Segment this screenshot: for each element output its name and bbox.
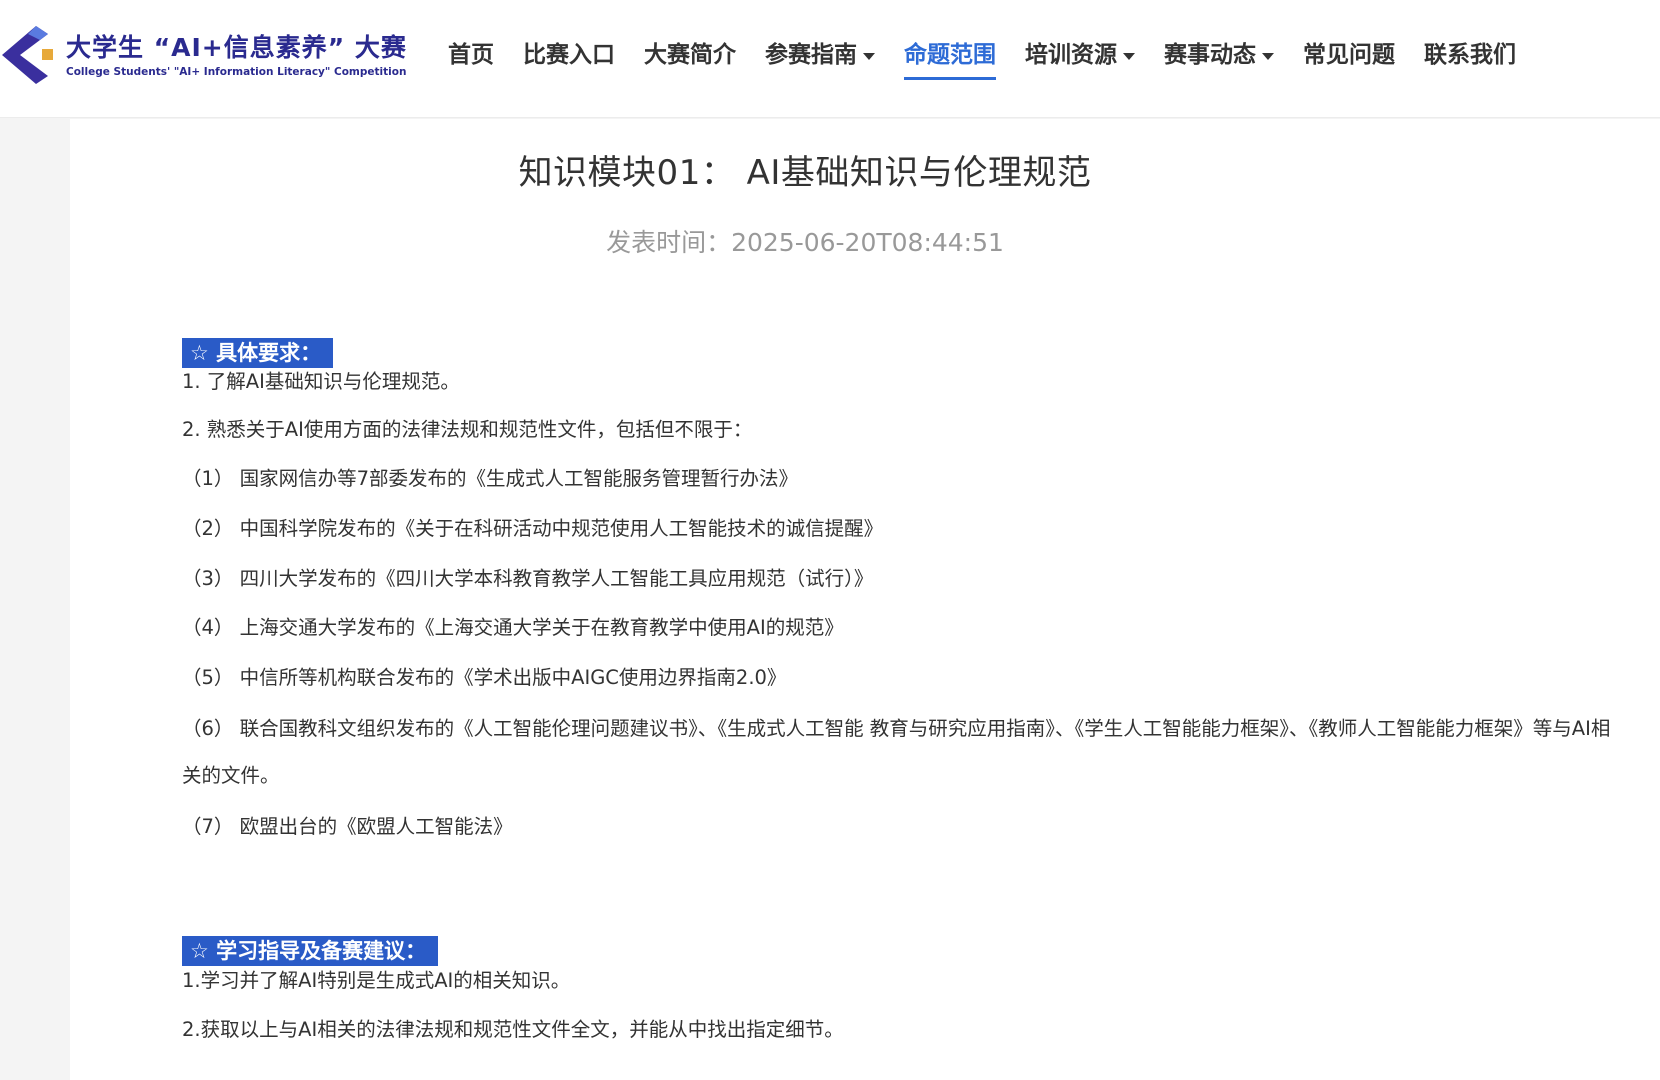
nav-topic-scope[interactable]: 命题范围 [904, 30, 996, 80]
nav-about-label: 大赛简介 [644, 42, 736, 68]
nav-about[interactable]: 大赛简介 [644, 30, 736, 80]
nav-guide-label: 参赛指南 [765, 42, 857, 68]
nav-training-label: 培训资源 [1025, 42, 1117, 68]
nav-guide[interactable]: 参赛指南 [765, 30, 875, 80]
list-item: （1） 国家网信办等7部委发布的《生成式人工智能服务管理暂行办法》 [182, 467, 799, 490]
nav-training[interactable]: 培训资源 [1025, 30, 1135, 80]
nav-contact-label: 联系我们 [1424, 42, 1516, 68]
publish-time: 发表时间：2025-06-20T08:44:51 [606, 228, 1004, 257]
logo-mark-icon [2, 26, 53, 84]
list-item: （2） 中国科学院发布的《关于在科研活动中规范使用人工智能技术的诚信提醒》 [182, 517, 884, 540]
nav-topic-scope-label: 命题范围 [904, 42, 996, 68]
list-item: （6） 联合国教科文组织发布的《人工智能伦理问题建议书》、《生成式人工智能 教育… [182, 717, 1611, 787]
chevron-down-icon [1262, 53, 1274, 60]
chevron-down-icon [863, 53, 875, 60]
section-heading-requirements: ☆ 具体要求： [182, 338, 334, 368]
list-item: 1.学习并了解AI特别是生成式AI的相关知识。 [182, 969, 571, 992]
article-content: 知识模块01： AI基础知识与伦理规范 发表时间：2025-06-20T08:4… [70, 119, 1660, 1080]
list-item: 1. 了解AI基础知识与伦理规范。 [182, 370, 460, 393]
page-title: 知识模块01： AI基础知识与伦理规范 [518, 153, 1092, 193]
logo-subtitle: College Students' "AI+ Information Liter… [66, 66, 407, 78]
list-item: （7） 欧盟出台的《欧盟人工智能法》 [182, 815, 513, 838]
list-item: （4） 上海交通大学发布的《上海交通大学关于在教育教学中使用AI的规范》 [182, 616, 844, 639]
logo-title: 大学生 “AI+信息素养” 大赛 [66, 33, 407, 62]
nav-home-label: 首页 [448, 42, 494, 68]
nav-competition-entry[interactable]: 比赛入口 [523, 30, 615, 80]
list-item: （5） 中信所等机构联合发布的《学术出版中AIGC使用边界指南2.0》 [182, 666, 787, 689]
list-item: 2.获取以上与AI相关的法律法规和规范性文件全文，并能从中找出指定细节。 [182, 1018, 844, 1041]
list-item: （3） 四川大学发布的《四川大学本科教育教学人工智能工具应用规范（试行）》 [182, 567, 874, 590]
nav-news[interactable]: 赛事动态 [1164, 30, 1274, 80]
nav-news-label: 赛事动态 [1164, 42, 1256, 68]
list-item: 2. 熟悉关于AI使用方面的法律法规和规范性文件，包括但不限于： [182, 418, 753, 441]
section-heading-study-guide: ☆ 学习指导及备赛建议： [182, 936, 439, 966]
nav-contact[interactable]: 联系我们 [1424, 30, 1516, 80]
site-logo[interactable]: 大学生 “AI+信息素养” 大赛 College Students' "AI+ … [0, 22, 406, 86]
site-header: 大学生 “AI+信息素养” 大赛 College Students' "AI+ … [0, 0, 1660, 118]
nav-competition-entry-label: 比赛入口 [523, 42, 615, 68]
main-nav: 首页 比赛入口 大赛简介 参赛指南 命题范围 培训资源 赛事动态 常见问题 联系… [448, 30, 1545, 80]
nav-home[interactable]: 首页 [448, 30, 494, 80]
nav-faq-label: 常见问题 [1303, 42, 1395, 68]
chevron-down-icon [1123, 53, 1135, 60]
nav-faq[interactable]: 常见问题 [1303, 30, 1395, 80]
